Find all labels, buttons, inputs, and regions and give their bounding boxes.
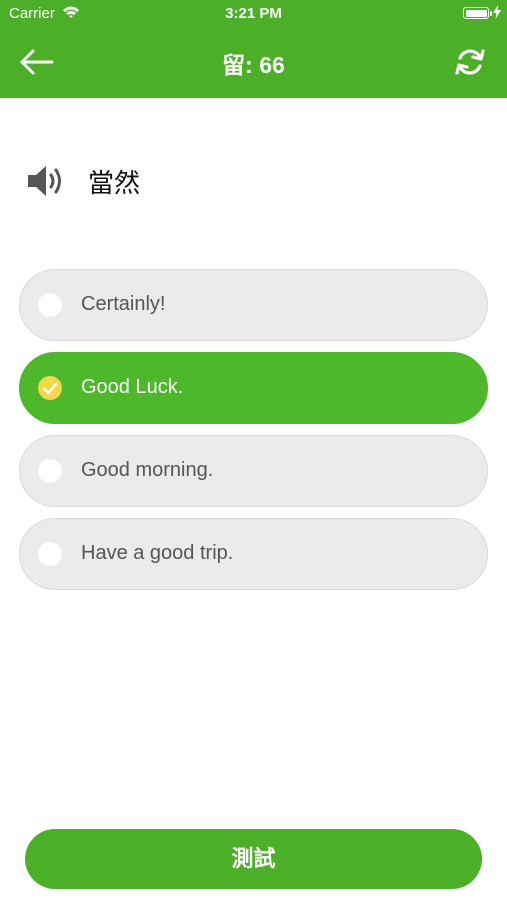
radio-button-selected[interactable] [38,376,62,400]
status-bar: Carrier 3:21 PM [0,0,507,26]
refresh-icon [455,49,485,75]
status-time: 3:21 PM [225,5,282,22]
speaker-button[interactable] [26,160,68,202]
answer-option-label: Good morning. [81,459,214,481]
radio-button[interactable] [38,542,62,566]
answer-option-2[interactable]: Good Luck. [19,352,488,424]
answer-option-label: Good Luck. [81,376,184,398]
prompt-word: 當然 [88,167,141,198]
page-title: 留: 66 [222,52,285,78]
answer-option-3[interactable]: Good morning. [19,435,488,507]
charging-icon [493,5,501,23]
refresh-button[interactable] [453,45,487,79]
test-button[interactable]: 測試 [25,829,482,889]
app-header: 留: 66 [0,26,507,98]
answer-option-label: Have a good trip. [81,542,234,564]
speaker-icon [28,166,61,196]
battery-icon [463,7,492,19]
radio-button[interactable] [38,293,62,317]
radio-button[interactable] [38,459,62,483]
answer-option-4[interactable]: Have a good trip. [19,518,488,590]
answer-option-1[interactable]: Certainly! [19,269,488,341]
answer-option-label: Certainly! [81,293,166,315]
question-prompt: 當然 [26,160,140,202]
check-icon [42,382,58,395]
